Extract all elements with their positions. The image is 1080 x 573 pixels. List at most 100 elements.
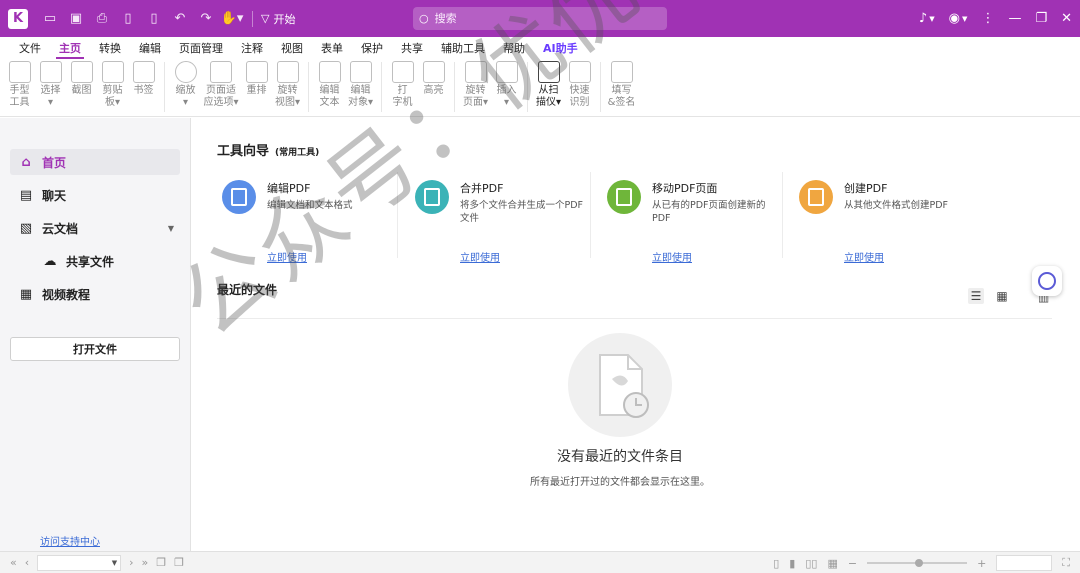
clipboard-button[interactable]: 剪贴 板▾ <box>97 59 128 116</box>
tool-card-edit-pdf[interactable]: 编辑PDF 编辑文档和文本格式 立即使用 <box>217 172 409 272</box>
zoom-slider-knob[interactable] <box>915 559 924 567</box>
create-pdf-icon <box>799 180 833 214</box>
snapshot-button[interactable]: 截图 <box>66 59 97 116</box>
first-page-icon[interactable]: « <box>10 556 17 569</box>
chat-icon: ▤ <box>19 187 33 203</box>
file-icon[interactable]: ▯ <box>116 7 140 31</box>
tab-home[interactable]: 主页 <box>50 40 90 59</box>
sidebar-item-video-tutorials[interactable]: ▦ 视频教程 <box>10 281 180 307</box>
copy-page-icon-2[interactable]: ❐ <box>174 556 184 569</box>
grid-view-icon[interactable]: ▦ <box>994 288 1010 304</box>
zoom-in-icon[interactable]: + <box>977 557 986 570</box>
tab-form[interactable]: 表单 <box>312 40 352 59</box>
tab-comment[interactable]: 注释 <box>232 40 272 59</box>
sidebar-item-chat[interactable]: ▤ 聊天 <box>10 182 180 208</box>
empty-state-illustration <box>568 333 672 437</box>
card-description: 从其他文件格式创建PDF <box>844 200 949 211</box>
zoom-button[interactable]: 缩放 ▾ <box>170 59 201 116</box>
home-content: 工具向导 (常用工具) 编辑PDF 编辑文档和文本格式 立即使用 合并PDF 将多… <box>192 118 1080 551</box>
use-now-link[interactable]: 立即使用 <box>460 249 500 264</box>
quick-ocr-button[interactable]: 快速 识别 <box>564 59 595 116</box>
tab-convert[interactable]: 转换 <box>90 40 130 59</box>
sidebar-item-shared-files[interactable]: ☁ 共享文件 <box>10 248 180 274</box>
search-box[interactable]: ○ <box>413 7 667 30</box>
video-icon: ▦ <box>19 286 33 302</box>
zoom-slider[interactable] <box>867 559 968 567</box>
undo-icon[interactable]: ↶ <box>168 7 192 31</box>
tab-edit[interactable]: 编辑 <box>130 40 170 59</box>
ocr-icon <box>568 61 591 83</box>
edit-object-button[interactable]: 编辑 对象▾ <box>345 59 376 116</box>
minimize-icon[interactable]: — <box>1008 11 1021 26</box>
tab-view[interactable]: 视图 <box>272 40 312 59</box>
quick-access-toolbar: ▭ ▣ ⎙ ▯ ▯ ↶ ↷ ✋▾ ▽ 开始 <box>38 7 295 31</box>
page-fit-icon <box>210 61 232 83</box>
use-now-link[interactable]: 立即使用 <box>267 249 307 264</box>
rotate-page-button[interactable]: 旋转 页面▾ <box>460 59 491 116</box>
select-button[interactable]: 选择 ▾ <box>35 59 66 116</box>
card-divider <box>590 172 591 258</box>
reflow-button[interactable]: 重排 <box>241 59 272 116</box>
tool-card-create-pdf[interactable]: 创建PDF 从其他文件格式创建PDF 立即使用 <box>794 172 986 272</box>
tab-ai-assistant[interactable]: AI助手 <box>534 40 587 59</box>
expand-arrow-icon[interactable]: ▼ <box>168 224 174 233</box>
highlight-button[interactable]: 高亮 <box>418 59 449 116</box>
tab-help[interactable]: 帮助 <box>494 40 534 59</box>
bell-icon[interactable]: ♪ ▾ <box>919 11 935 26</box>
fullscreen-icon[interactable]: ⛶ <box>1062 556 1070 570</box>
tool-card-move-pages[interactable]: 移动PDF页面 从已有的PDF页面创建新的PDF 立即使用 <box>602 172 794 272</box>
start-label: 开始 <box>273 12 296 26</box>
tab-page-management[interactable]: 页面管理 <box>170 40 232 59</box>
rotate-view-button[interactable]: 旋转 视图▾ <box>272 59 303 116</box>
continuous-facing-icon[interactable]: ▦ <box>827 557 837 570</box>
tool-card-merge-pdf[interactable]: 合并PDF 将多个文件合并生成一个PDF文件 立即使用 <box>410 172 602 272</box>
insert-button[interactable]: 插入 ▾ <box>491 59 522 116</box>
sidebar-item-cloud-docs[interactable]: ▧ 云文档 ▼ <box>10 215 180 241</box>
sidebar-item-label: 云文档 <box>42 221 79 236</box>
print-icon[interactable]: ⎙ <box>90 7 114 31</box>
facing-page-icon[interactable]: ▯▯ <box>805 557 817 570</box>
use-now-link[interactable]: 立即使用 <box>844 249 884 264</box>
settings-icon[interactable]: ⋮ <box>981 11 994 26</box>
account-icon[interactable]: ◉ ▾ <box>949 11 968 26</box>
redo-icon[interactable]: ↷ <box>194 7 218 31</box>
save-icon[interactable]: ▣ <box>64 7 88 31</box>
list-view-icon[interactable]: ☰ <box>968 288 984 304</box>
fill-sign-button[interactable]: 填写 &签名 <box>606 59 637 116</box>
prev-page-icon[interactable]: ‹ <box>25 556 29 569</box>
empty-state-subtitle: 所有最近打开过的文件都会显示在这里。 <box>530 477 710 488</box>
restore-icon[interactable]: ❐ <box>1035 11 1047 26</box>
zoom-level-input[interactable] <box>996 555 1053 571</box>
continuous-page-icon[interactable]: ▮ <box>789 557 795 570</box>
new-file-icon[interactable]: ▯ <box>142 7 166 31</box>
tab-file[interactable]: 文件 <box>10 40 50 59</box>
tab-protect[interactable]: 保护 <box>352 40 392 59</box>
tab-share[interactable]: 共享 <box>392 40 432 59</box>
open-file-button[interactable]: 打开文件 <box>10 337 180 361</box>
search-input[interactable] <box>434 12 635 25</box>
next-page-icon[interactable]: › <box>129 556 133 569</box>
single-page-icon[interactable]: ▯ <box>773 557 779 570</box>
typewriter-button[interactable]: 打 字机 <box>387 59 418 116</box>
cloud-share-icon: ☁ <box>43 253 57 269</box>
hand-tool-icon[interactable]: ✋▾ <box>220 7 244 31</box>
from-scanner-button[interactable]: 从扫 描仪▾ <box>533 59 564 116</box>
zoom-out-icon[interactable]: − <box>848 557 857 570</box>
start-button[interactable]: ▽ 开始 <box>261 11 295 27</box>
page-number-input[interactable]: ▼ <box>37 554 122 571</box>
support-center-link[interactable]: 访问支持中心 <box>40 533 100 548</box>
tab-accessibility[interactable]: 辅助工具 <box>432 40 494 59</box>
bookmark-button[interactable]: 书签 <box>128 59 159 116</box>
sidebar-item-home[interactable]: ⌂ 首页 <box>10 149 180 175</box>
page-fit-button[interactable]: 页面适 应选项▾ <box>201 59 241 116</box>
ai-assistant-float-button[interactable] <box>1032 266 1062 296</box>
open-folder-icon[interactable]: ▭ <box>38 7 62 31</box>
hand-tool-button[interactable]: 手型 工具 <box>4 59 35 116</box>
close-icon[interactable]: ✕ <box>1061 11 1072 26</box>
last-page-icon[interactable]: » <box>142 556 149 569</box>
copy-page-icon[interactable]: ❐ <box>156 556 166 569</box>
move-pages-icon <box>607 180 641 214</box>
sidebar-item-label: 聊天 <box>42 188 67 203</box>
use-now-link[interactable]: 立即使用 <box>652 249 692 264</box>
edit-text-button[interactable]: 编辑 文本 <box>314 59 345 116</box>
